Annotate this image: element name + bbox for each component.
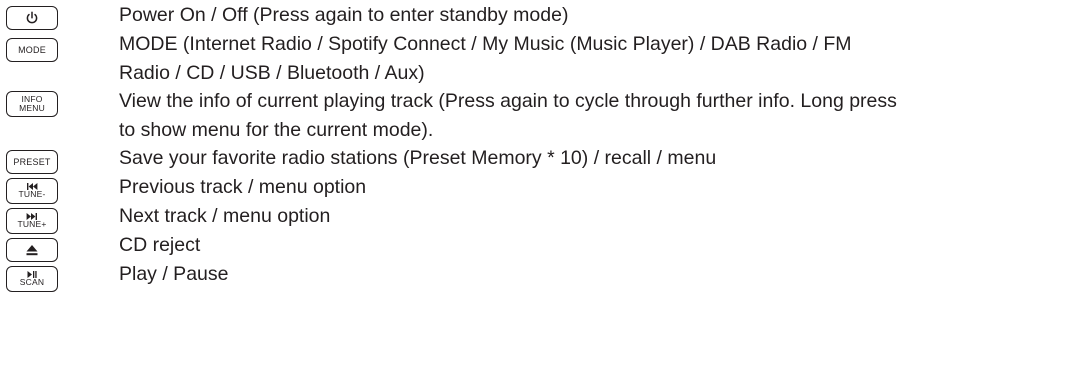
- description-line: Save your favorite radio stations (Prese…: [119, 147, 717, 169]
- item-description: Next track / menu option: [119, 202, 1084, 231]
- item-description: Power On / Off (Press again to enter sta…: [119, 1, 1084, 30]
- description-line: Previous track / menu option: [119, 176, 367, 198]
- key-label: PRESET: [13, 156, 51, 167]
- description-line: Radio / CD / USB / Bluetooth / Aux): [119, 61, 425, 84]
- item-description: Play / Pause: [119, 260, 1084, 289]
- item-description: Save your favorite radio stations (Prese…: [119, 144, 1084, 173]
- key-label: TUNE-: [18, 189, 46, 199]
- key-label: MODE: [18, 44, 46, 55]
- mode-button[interactable]: MODE: [6, 38, 58, 62]
- description-line: View the info of current playing track (…: [119, 90, 897, 112]
- power-icon: [26, 11, 38, 24]
- preset-button[interactable]: PRESET: [6, 150, 58, 174]
- eject-icon: [26, 244, 38, 255]
- description-line: to show menu for the current mode).: [119, 118, 434, 141]
- description-line: Play / Pause: [119, 263, 229, 285]
- function-list: { "items": [ { "key": { "icon": "power-i…: [0, 0, 1092, 365]
- item-description: Previous track / menu option: [119, 173, 1084, 202]
- play-pause-button[interactable]: SCAN: [6, 266, 58, 292]
- key-label-bottom: MENU: [19, 103, 45, 113]
- tune-plus-button[interactable]: TUNE+: [6, 208, 58, 234]
- key-label: SCAN: [19, 277, 45, 287]
- description-line: MODE (Internet Radio / Spotify Connect /…: [119, 33, 852, 55]
- power-button[interactable]: [6, 6, 58, 30]
- item-description: View the info of current playing track (…: [119, 87, 1084, 144]
- description-line: Power On / Off (Press again to enter sta…: [119, 4, 569, 26]
- info-menu-button[interactable]: INFO MENU: [6, 91, 58, 117]
- key-label: TUNE+: [17, 219, 47, 229]
- item-description: MODE (Internet Radio / Spotify Connect /…: [119, 30, 1084, 87]
- tune-minus-button[interactable]: TUNE-: [6, 178, 58, 204]
- description-line: CD reject: [119, 234, 201, 256]
- description-line: Next track / menu option: [119, 205, 331, 227]
- eject-button[interactable]: [6, 238, 58, 262]
- item-description: CD reject: [119, 231, 1084, 260]
